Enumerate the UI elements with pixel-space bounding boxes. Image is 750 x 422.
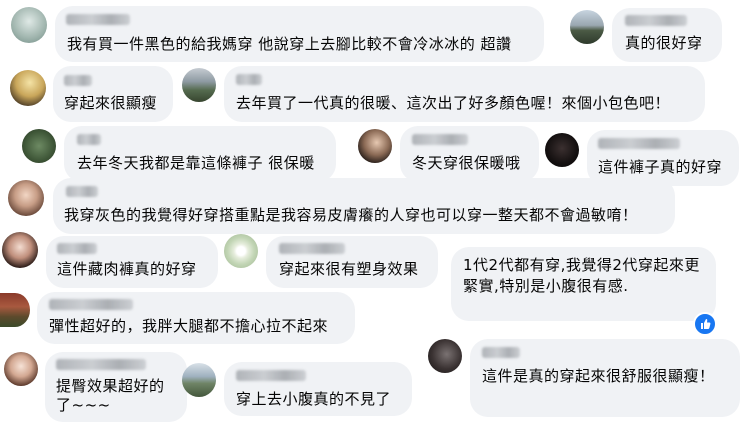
commenter-name[interactable] [482,347,520,358]
avatar[interactable] [10,70,46,106]
comment-text: 穿上去小腹真的不見了 [236,390,392,408]
avatar[interactable] [570,10,604,44]
thumbs-up-glyph [701,319,711,329]
avatar[interactable] [182,363,216,397]
avatar[interactable] [182,68,216,102]
comment-text: 這件藏肉褲真的好穿 [57,260,197,278]
comment-text: 冬天穿很保暖哦 [412,154,521,172]
comment-text: 去年買了一代真的很暖、這次出了好多顏色喔！來個小包色吧！ [236,94,671,112]
avatar[interactable] [545,133,579,167]
commenter-name[interactable] [236,74,262,85]
avatar[interactable] [8,180,44,216]
avatar[interactable] [358,129,392,163]
commenter-name[interactable] [412,134,468,145]
avatar[interactable] [0,293,30,327]
commenter-name[interactable] [236,370,306,381]
comment-text: 我穿灰色的我覺得好穿搭重點是我容易皮膚癢的人穿也可以穿一整天都不會過敏唷！ [64,206,638,224]
commenter-name[interactable] [279,243,345,254]
comment-text: 提臀效果超好的了~~~ [56,377,165,414]
commenter-name[interactable] [49,299,133,310]
avatar[interactable] [22,129,56,163]
comment-text: 穿起來很顯瘦 [64,94,158,112]
comment-text: 穿起來很有塑身效果 [279,260,419,278]
avatar[interactable] [11,7,47,43]
comment-text: 彈性超好的，我胖大腿都不擔心拉不起來 [49,317,329,335]
comment-text: 這件褲子真的好穿 [598,158,723,176]
comment-text: 1代2代都有穿,我覺得2代穿起來更緊實,特別是小腹很有感. [463,256,700,295]
commenter-name[interactable] [66,186,98,197]
commenter-name[interactable] [625,15,687,26]
commenter-name[interactable] [56,359,146,370]
commenter-name[interactable] [66,14,130,25]
commenter-name[interactable] [64,75,92,86]
avatar[interactable] [4,352,38,386]
avatar[interactable] [428,339,462,373]
commenter-name[interactable] [598,138,680,149]
comment-text: 這件是真的穿起來很舒服很顯瘦！ [482,367,715,385]
avatar[interactable] [224,234,258,268]
comment-text: 我有買一件黑色的給我媽穿 他說穿上去腳比較不會冷冰冰的 超讚 [67,35,512,53]
commenter-name[interactable] [77,134,101,145]
commenter-name[interactable] [57,243,97,254]
avatar[interactable] [2,232,38,268]
like-icon[interactable] [693,312,717,336]
comment-text: 去年冬天我都是靠這條褲子 很保暖 [77,154,315,172]
comment-text: 真的很好穿 [625,34,703,52]
